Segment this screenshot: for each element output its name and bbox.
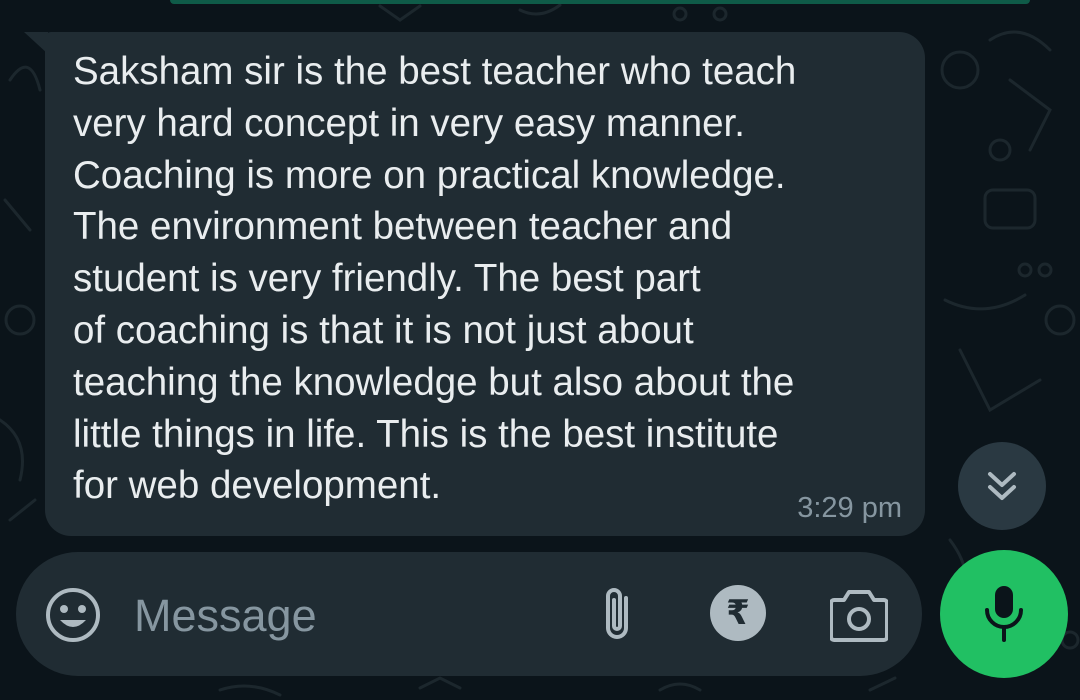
- rupee-payment-button[interactable]: ₹: [710, 585, 766, 641]
- message-line: for web development.: [73, 464, 442, 508]
- camera-icon[interactable]: [830, 586, 888, 642]
- voice-record-button[interactable]: [940, 550, 1068, 678]
- double-chevron-down-icon: [988, 472, 1016, 500]
- message-line: little things in life. This is the best …: [73, 412, 779, 456]
- chat-screen: Saksham sir is the best teacher who teac…: [0, 0, 1080, 700]
- message-input[interactable]: [134, 588, 574, 644]
- message-text: Saksham sir is the best teacher who teac…: [73, 46, 913, 512]
- message-line: teaching the knowledge but also about th…: [73, 360, 795, 404]
- message-line: The environment between teacher and: [73, 205, 733, 249]
- message-line: Saksham sir is the best teacher who teac…: [73, 50, 797, 93]
- top-accent-bar: [170, 0, 1030, 4]
- message-timestamp: 3:29 pm: [797, 492, 902, 524]
- message-line: of coaching is that it is not just about: [73, 308, 694, 352]
- microphone-icon: [985, 586, 1023, 642]
- message-line: student is very friendly. The best part: [73, 257, 701, 301]
- rupee-icon: ₹: [726, 593, 750, 633]
- paperclip-icon[interactable]: [596, 584, 638, 644]
- message-line: Coaching is more on practical knowledge.: [73, 153, 786, 197]
- message-line: very hard concept in very easy manner.: [73, 101, 745, 145]
- emoji-smile-icon[interactable]: [44, 586, 102, 644]
- scroll-to-bottom-button[interactable]: [958, 442, 1046, 530]
